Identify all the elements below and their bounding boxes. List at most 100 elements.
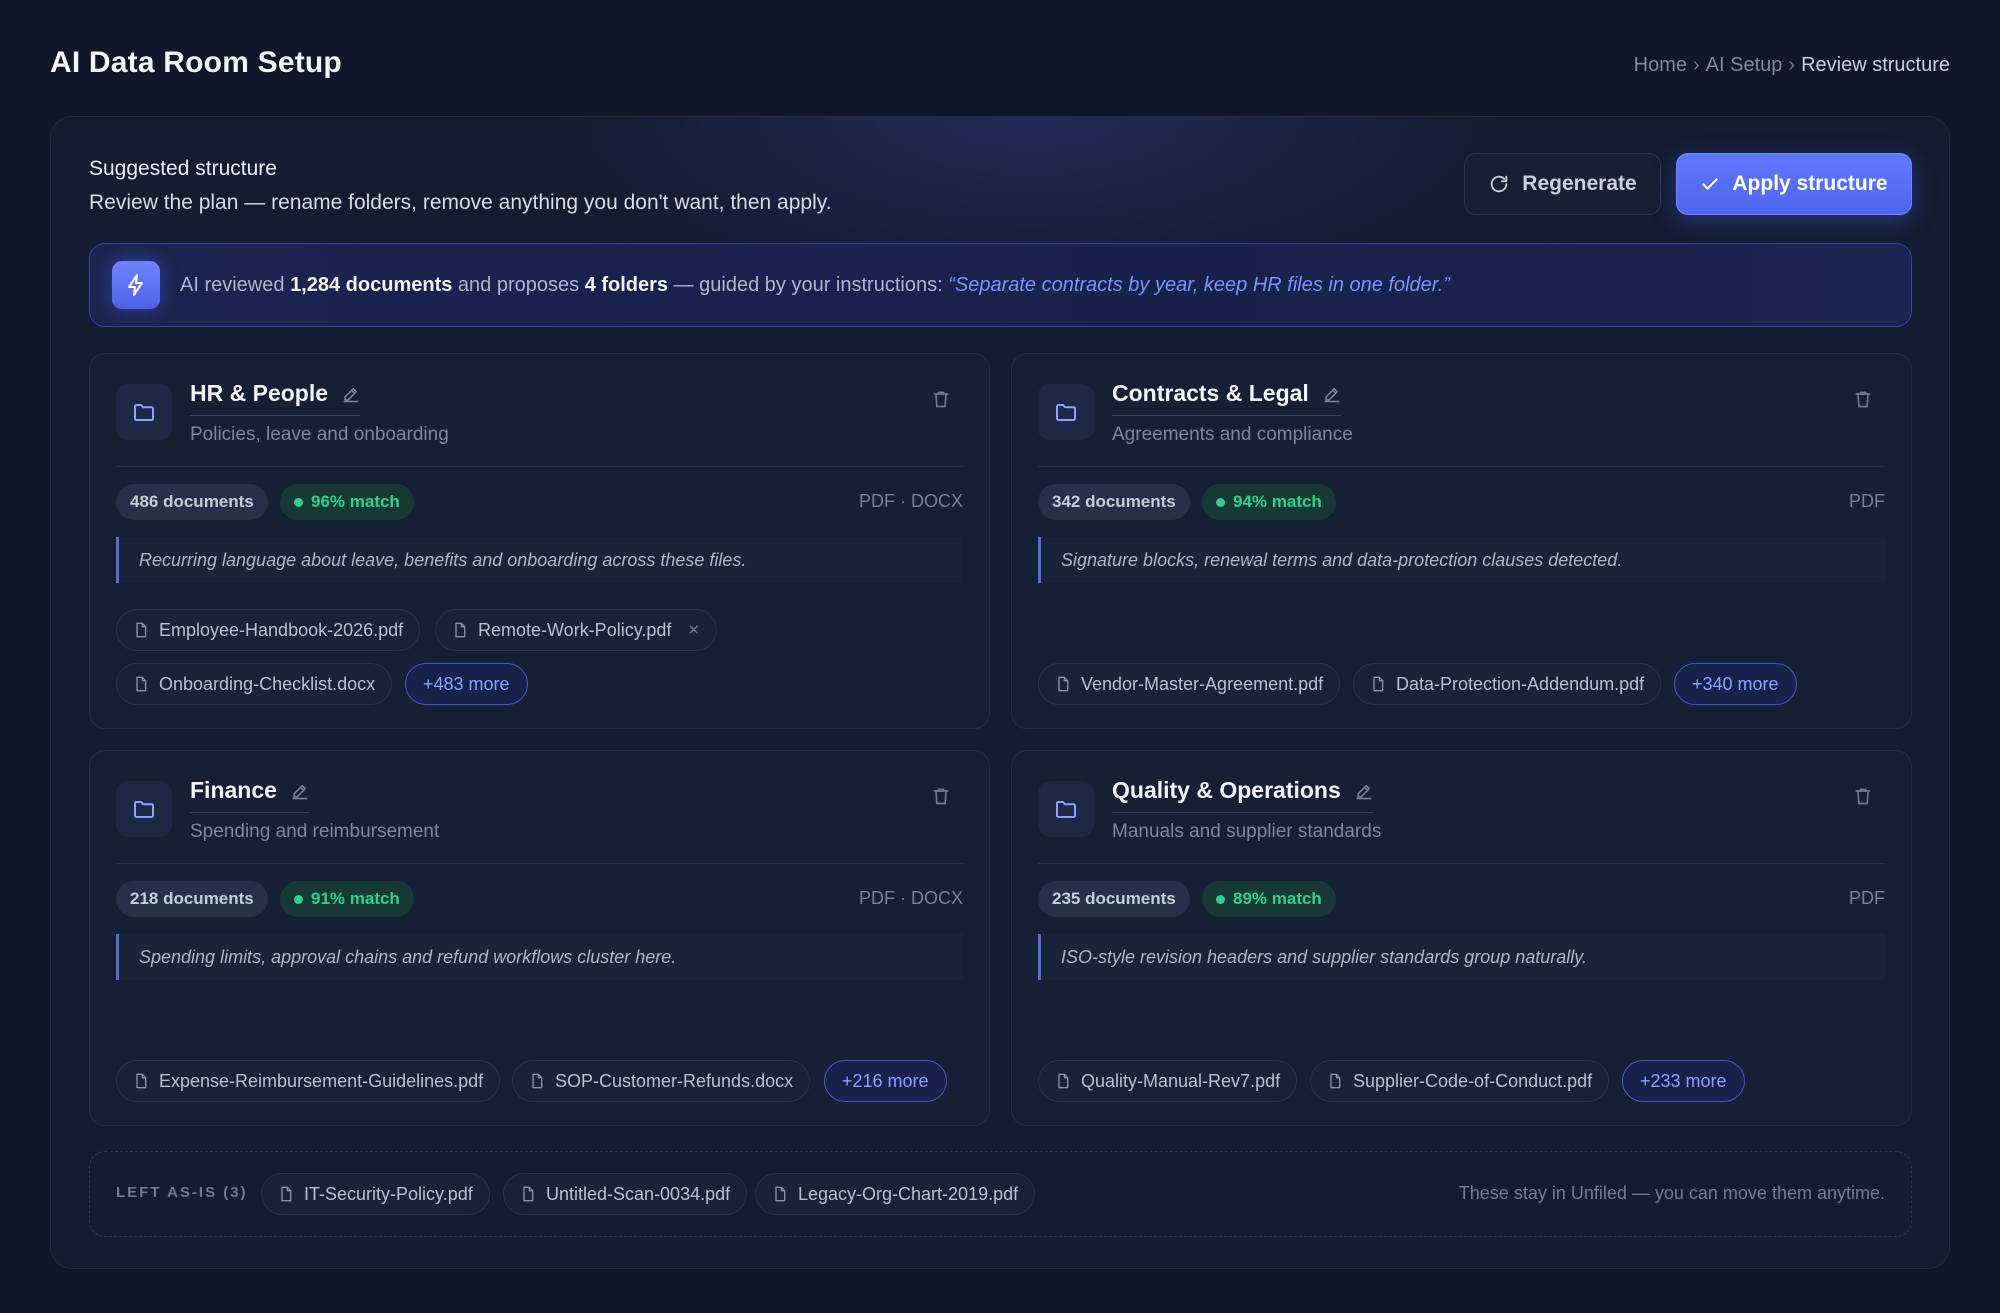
- trash-icon[interactable]: [931, 785, 951, 807]
- panel-header: Suggested structure Review the plan — re…: [89, 157, 832, 215]
- remove-icon[interactable]: ✕: [687, 621, 700, 639]
- file-chip[interactable]: Quality-Manual-Rev7.pdf: [1038, 1060, 1298, 1102]
- unfiled-hint: These stay in Unfiled — you can move the…: [1458, 1183, 1885, 1203]
- folder-card-finance: Finance Spending and reimbursement 218 d…: [89, 750, 990, 1126]
- apply-structure-button[interactable]: Apply structure: [1676, 153, 1912, 215]
- folder-name[interactable]: Quality & Operations: [1112, 777, 1373, 813]
- file-icon: [1058, 676, 1069, 692]
- ai-summary-prefix: AI reviewed: [180, 273, 285, 296]
- file-chip[interactable]: Supplier-Code-of-Conduct.pdf: [1310, 1060, 1610, 1102]
- folder-card-contracts-legal: Contracts & Legal Agreements and complia…: [1011, 353, 1912, 729]
- pencil-icon[interactable]: [342, 385, 360, 403]
- file-chip[interactable]: Onboarding-Checklist.docx: [116, 663, 393, 705]
- match-badge: 94% match: [1202, 484, 1336, 520]
- file-icon: [136, 676, 147, 692]
- apply-structure-label: Apply structure: [1732, 172, 1888, 195]
- breadcrumb: Home › AI Setup › Review structure: [1634, 54, 1950, 77]
- file-types: PDF: [1849, 888, 1885, 908]
- folder-name[interactable]: Contracts & Legal: [1112, 380, 1341, 416]
- folder-description: Manuals and supplier standards: [1112, 821, 1382, 842]
- folder-description: Policies, leave and onboarding: [190, 424, 449, 445]
- file-chip[interactable]: Vendor-Master-Agreement.pdf: [1038, 663, 1341, 705]
- panel-heading: Suggested structure: [89, 157, 277, 180]
- file-name: IT-Security-Policy.pdf: [304, 1183, 473, 1204]
- more-files-button[interactable]: +233 more: [1622, 1060, 1745, 1102]
- trash-icon[interactable]: [931, 388, 951, 410]
- check-icon: [1702, 178, 1719, 190]
- file-icon: [1058, 1073, 1069, 1089]
- folder-icon: [1038, 384, 1094, 440]
- folder-card-quality-operations: Quality & Operations Manuals and supplie…: [1011, 750, 1912, 1126]
- unfiled-section: LEFT AS-IS (3) IT-Security-Policy.pdf Un…: [89, 1151, 1912, 1237]
- more-files-button[interactable]: +483 more: [405, 663, 528, 705]
- file-icon: [136, 1073, 147, 1089]
- regenerate-button[interactable]: Regenerate: [1464, 153, 1661, 215]
- file-icon: [281, 1186, 292, 1202]
- ai-summary-middle: and proposes: [457, 273, 580, 296]
- file-name: Employee-Handbook-2026.pdf: [159, 619, 404, 640]
- file-chip[interactable]: Employee-Handbook-2026.pdf: [116, 609, 421, 651]
- ai-summary-banner: AI reviewed 1,284 documents and proposes…: [89, 243, 1912, 327]
- file-icon: [523, 1186, 534, 1202]
- folder-name-text: Finance: [190, 777, 277, 803]
- file-chip[interactable]: IT-Security-Policy.pdf: [261, 1173, 490, 1215]
- folder-icon: [1038, 781, 1094, 837]
- match-text: 89% match: [1233, 889, 1322, 908]
- trash-icon[interactable]: [1853, 785, 1873, 807]
- file-chip[interactable]: Legacy-Org-Chart-2019.pdf: [755, 1173, 1036, 1215]
- file-chip[interactable]: Data-Protection-Addendum.pdf: [1353, 663, 1662, 705]
- document-count-badge: 342 documents: [1038, 484, 1190, 520]
- breadcrumb-separator: ›: [1693, 54, 1700, 76]
- match-dot: [1216, 497, 1225, 507]
- breadcrumb-current: Review structure: [1801, 54, 1950, 76]
- file-name: Data-Protection-Addendum.pdf: [1396, 673, 1645, 694]
- folder-name-text: HR & People: [190, 380, 329, 406]
- file-name: Quality-Manual-Rev7.pdf: [1081, 1070, 1281, 1091]
- card-divider: [116, 863, 963, 864]
- folder-icon: [116, 781, 172, 837]
- card-divider: [116, 466, 963, 467]
- file-chip[interactable]: Expense-Reimbursement-Guidelines.pdf: [116, 1060, 501, 1102]
- folder-name-text: Quality & Operations: [1112, 777, 1341, 803]
- folder-name[interactable]: Finance: [190, 777, 309, 813]
- file-name: Supplier-Code-of-Conduct.pdf: [1353, 1070, 1593, 1091]
- breadcrumb-home[interactable]: Home: [1634, 54, 1687, 77]
- file-types: PDF · DOCX: [858, 491, 963, 511]
- folder-description: Spending and reimbursement: [190, 821, 440, 842]
- panel-subheading: Review the plan — rename folders, remove…: [89, 191, 832, 214]
- match-dot: [294, 894, 303, 904]
- pencil-icon[interactable]: [291, 782, 309, 800]
- ai-rationale-note: Recurring language about leave, benefits…: [116, 537, 963, 583]
- file-chip[interactable]: SOP-Customer-Refunds.docx: [512, 1060, 811, 1102]
- breadcrumb-ai-setup[interactable]: AI Setup: [1706, 54, 1783, 77]
- more-files-button[interactable]: +340 more: [1674, 663, 1797, 705]
- file-chip[interactable]: Untitled-Scan-0034.pdf: [503, 1173, 748, 1215]
- folder-description: Agreements and compliance: [1112, 424, 1353, 445]
- file-name: Legacy-Org-Chart-2019.pdf: [798, 1183, 1019, 1204]
- match-text: 96% match: [311, 492, 400, 511]
- folder-name[interactable]: HR & People: [190, 380, 361, 416]
- regenerate-label: Regenerate: [1522, 172, 1637, 195]
- pencil-icon[interactable]: [1323, 385, 1341, 403]
- ai-summary-guided: — guided by your instructions:: [673, 273, 943, 296]
- file-chip[interactable]: Remote-Work-Policy.pdf ✕: [435, 609, 717, 651]
- lightning-icon: [112, 261, 160, 309]
- file-name: Expense-Reimbursement-Guidelines.pdf: [159, 1070, 484, 1091]
- breadcrumb-separator: ›: [1788, 54, 1796, 76]
- card-divider: [1038, 466, 1885, 467]
- ai-folder-count: 4 folders: [584, 273, 669, 296]
- file-icon: [532, 1073, 543, 1089]
- document-count-badge: 486 documents: [116, 484, 268, 520]
- file-icon: [455, 622, 466, 638]
- file-icon: [136, 622, 147, 638]
- ai-rationale-note: Spending limits, approval chains and ref…: [116, 934, 963, 980]
- trash-icon[interactable]: [1853, 388, 1873, 410]
- page-title: AI Data Room Setup: [50, 46, 342, 79]
- file-types: PDF: [1849, 491, 1885, 511]
- match-text: 91% match: [311, 889, 400, 908]
- pencil-icon[interactable]: [1355, 782, 1373, 800]
- file-name: Remote-Work-Policy.pdf: [478, 619, 672, 640]
- more-files-button[interactable]: +216 more: [824, 1060, 947, 1102]
- ai-rationale-note: Signature blocks, renewal terms and data…: [1038, 537, 1885, 583]
- ai-doc-count: 1,284 documents: [290, 273, 453, 296]
